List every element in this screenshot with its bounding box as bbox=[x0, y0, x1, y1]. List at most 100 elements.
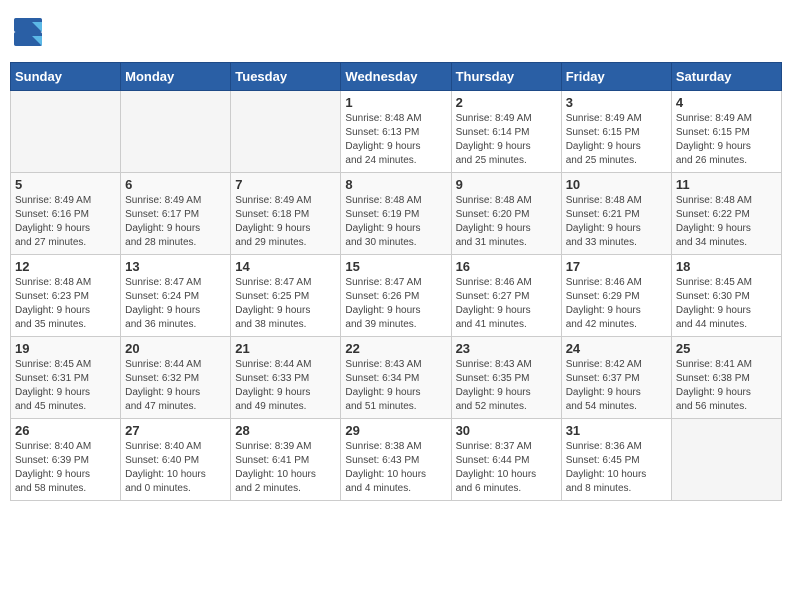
calendar-day-cell: 11Sunrise: 8:48 AM Sunset: 6:22 PM Dayli… bbox=[671, 173, 781, 255]
day-number: 21 bbox=[235, 341, 336, 356]
weekday-header-cell: Tuesday bbox=[231, 63, 341, 91]
day-info: Sunrise: 8:42 AM Sunset: 6:37 PM Dayligh… bbox=[566, 358, 667, 414]
weekday-header-cell: Monday bbox=[121, 63, 231, 91]
day-number: 8 bbox=[345, 177, 446, 192]
logo-icon bbox=[14, 18, 42, 46]
calendar-week-row: 1 Sunrise: 8:48 AM Sunset: 6:13 PM Daylig… bbox=[11, 91, 782, 173]
page-header bbox=[10, 10, 782, 54]
day-info: Sunrise: 8:47 AM Sunset: 6:26 PM Dayligh… bbox=[345, 276, 446, 332]
day-info: Sunrise: 8:49 AM Sunset: 6:16 PM Dayligh… bbox=[15, 194, 116, 250]
calendar-body: 1 Sunrise: 8:48 AM Sunset: 6:13 PM Daylig… bbox=[11, 91, 782, 501]
day-info: Sunrise: 8:37 AM Sunset: 6:44 PM Dayligh… bbox=[456, 440, 557, 496]
day-info: Sunrise: 8:45 AM Sunset: 6:31 PM Dayligh… bbox=[15, 358, 116, 414]
day-info: Sunrise: 8:48 AM Sunset: 6:23 PM Dayligh… bbox=[15, 276, 116, 332]
day-number: 18 bbox=[676, 259, 777, 274]
day-number: 29 bbox=[345, 423, 446, 438]
day-number: 28 bbox=[235, 423, 336, 438]
weekday-header-cell: Friday bbox=[561, 63, 671, 91]
day-info: Sunrise: 8:48 AM Sunset: 6:21 PM Dayligh… bbox=[566, 194, 667, 250]
calendar-day-cell: 13Sunrise: 8:47 AM Sunset: 6:24 PM Dayli… bbox=[121, 255, 231, 337]
calendar-day-cell bbox=[671, 419, 781, 501]
day-number: 7 bbox=[235, 177, 336, 192]
weekday-header-cell: Wednesday bbox=[341, 63, 451, 91]
day-info: Sunrise: 8:47 AM Sunset: 6:25 PM Dayligh… bbox=[235, 276, 336, 332]
calendar-week-row: 26Sunrise: 8:40 AM Sunset: 6:39 PM Dayli… bbox=[11, 419, 782, 501]
day-number: 13 bbox=[125, 259, 226, 274]
calendar-day-cell: 16 Sunrise: 8:46 AM Sunset: 6:27 PM Dayli… bbox=[451, 255, 561, 337]
day-number: 14 bbox=[235, 259, 336, 274]
calendar-day-cell: 24 Sunrise: 8:42 AM Sunset: 6:37 PM Dayli… bbox=[561, 337, 671, 419]
day-number: 12 bbox=[15, 259, 116, 274]
calendar-day-cell: 19 Sunrise: 8:45 AM Sunset: 6:31 PM Dayli… bbox=[11, 337, 121, 419]
calendar-week-row: 12 Sunrise: 8:48 AM Sunset: 6:23 PM Dayli… bbox=[11, 255, 782, 337]
day-number: 4 bbox=[676, 95, 777, 110]
weekday-header-cell: Saturday bbox=[671, 63, 781, 91]
day-info: Sunrise: 8:40 AM Sunset: 6:39 PM Dayligh… bbox=[15, 440, 116, 496]
calendar-day-cell: 23Sunrise: 8:43 AM Sunset: 6:35 PM Dayli… bbox=[451, 337, 561, 419]
calendar-day-cell: 29 Sunrise: 8:38 AM Sunset: 6:43 PM Dayli… bbox=[341, 419, 451, 501]
calendar-day-cell: 17 Sunrise: 8:46 AM Sunset: 6:29 PM Dayli… bbox=[561, 255, 671, 337]
calendar-day-cell bbox=[11, 91, 121, 173]
calendar-day-cell: 8 Sunrise: 8:48 AM Sunset: 6:19 PM Daylig… bbox=[341, 173, 451, 255]
day-info: Sunrise: 8:48 AM Sunset: 6:20 PM Dayligh… bbox=[456, 194, 557, 250]
day-info: Sunrise: 8:49 AM Sunset: 6:17 PM Dayligh… bbox=[125, 194, 226, 250]
calendar-day-cell: 1 Sunrise: 8:48 AM Sunset: 6:13 PM Daylig… bbox=[341, 91, 451, 173]
calendar-day-cell: 18 Sunrise: 8:45 AM Sunset: 6:30 PM Dayli… bbox=[671, 255, 781, 337]
day-number: 1 bbox=[345, 95, 446, 110]
day-number: 20 bbox=[125, 341, 226, 356]
calendar-day-cell: 22 Sunrise: 8:43 AM Sunset: 6:34 PM Dayli… bbox=[341, 337, 451, 419]
day-number: 6 bbox=[125, 177, 226, 192]
calendar-week-row: 5Sunrise: 8:49 AM Sunset: 6:16 PM Daylig… bbox=[11, 173, 782, 255]
day-number: 16 bbox=[456, 259, 557, 274]
day-info: Sunrise: 8:49 AM Sunset: 6:15 PM Dayligh… bbox=[676, 112, 777, 168]
day-number: 9 bbox=[456, 177, 557, 192]
day-info: Sunrise: 8:44 AM Sunset: 6:33 PM Dayligh… bbox=[235, 358, 336, 414]
calendar-day-cell: 7 Sunrise: 8:49 AM Sunset: 6:18 PM Daylig… bbox=[231, 173, 341, 255]
calendar-day-cell: 2 Sunrise: 8:49 AM Sunset: 6:14 PM Daylig… bbox=[451, 91, 561, 173]
day-info: Sunrise: 8:49 AM Sunset: 6:18 PM Dayligh… bbox=[235, 194, 336, 250]
day-number: 19 bbox=[15, 341, 116, 356]
day-number: 10 bbox=[566, 177, 667, 192]
day-info: Sunrise: 8:48 AM Sunset: 6:19 PM Dayligh… bbox=[345, 194, 446, 250]
calendar-day-cell: 27 Sunrise: 8:40 AM Sunset: 6:40 PM Dayli… bbox=[121, 419, 231, 501]
day-number: 27 bbox=[125, 423, 226, 438]
calendar-day-cell bbox=[121, 91, 231, 173]
day-info: Sunrise: 8:40 AM Sunset: 6:40 PM Dayligh… bbox=[125, 440, 226, 496]
calendar-day-cell: 15 Sunrise: 8:47 AM Sunset: 6:26 PM Dayli… bbox=[341, 255, 451, 337]
calendar-day-cell: 26Sunrise: 8:40 AM Sunset: 6:39 PM Dayli… bbox=[11, 419, 121, 501]
day-number: 30 bbox=[456, 423, 557, 438]
day-info: Sunrise: 8:49 AM Sunset: 6:15 PM Dayligh… bbox=[566, 112, 667, 168]
calendar-day-cell: 21 Sunrise: 8:44 AM Sunset: 6:33 PM Dayli… bbox=[231, 337, 341, 419]
calendar-day-cell: 9 Sunrise: 8:48 AM Sunset: 6:20 PM Daylig… bbox=[451, 173, 561, 255]
weekday-header-row: SundayMondayTuesdayWednesdayThursdayFrid… bbox=[11, 63, 782, 91]
day-info: Sunrise: 8:49 AM Sunset: 6:14 PM Dayligh… bbox=[456, 112, 557, 168]
day-info: Sunrise: 8:48 AM Sunset: 6:13 PM Dayligh… bbox=[345, 112, 446, 168]
day-number: 11 bbox=[676, 177, 777, 192]
calendar-week-row: 19 Sunrise: 8:45 AM Sunset: 6:31 PM Dayli… bbox=[11, 337, 782, 419]
day-info: Sunrise: 8:44 AM Sunset: 6:32 PM Dayligh… bbox=[125, 358, 226, 414]
calendar-day-cell: 10 Sunrise: 8:48 AM Sunset: 6:21 PM Dayli… bbox=[561, 173, 671, 255]
calendar-day-cell: 3 Sunrise: 8:49 AM Sunset: 6:15 PM Daylig… bbox=[561, 91, 671, 173]
calendar-day-cell: 31Sunrise: 8:36 AM Sunset: 6:45 PM Dayli… bbox=[561, 419, 671, 501]
calendar-day-cell: 4 Sunrise: 8:49 AM Sunset: 6:15 PM Daylig… bbox=[671, 91, 781, 173]
day-number: 17 bbox=[566, 259, 667, 274]
day-number: 24 bbox=[566, 341, 667, 356]
day-info: Sunrise: 8:36 AM Sunset: 6:45 PM Dayligh… bbox=[566, 440, 667, 496]
day-info: Sunrise: 8:46 AM Sunset: 6:29 PM Dayligh… bbox=[566, 276, 667, 332]
day-number: 15 bbox=[345, 259, 446, 274]
day-info: Sunrise: 8:46 AM Sunset: 6:27 PM Dayligh… bbox=[456, 276, 557, 332]
calendar-day-cell: 5Sunrise: 8:49 AM Sunset: 6:16 PM Daylig… bbox=[11, 173, 121, 255]
calendar-day-cell: 25Sunrise: 8:41 AM Sunset: 6:38 PM Dayli… bbox=[671, 337, 781, 419]
day-number: 22 bbox=[345, 341, 446, 356]
day-number: 3 bbox=[566, 95, 667, 110]
day-info: Sunrise: 8:43 AM Sunset: 6:34 PM Dayligh… bbox=[345, 358, 446, 414]
logo bbox=[14, 18, 46, 46]
day-info: Sunrise: 8:39 AM Sunset: 6:41 PM Dayligh… bbox=[235, 440, 336, 496]
day-info: Sunrise: 8:38 AM Sunset: 6:43 PM Dayligh… bbox=[345, 440, 446, 496]
calendar-day-cell: 28 Sunrise: 8:39 AM Sunset: 6:41 PM Dayli… bbox=[231, 419, 341, 501]
day-number: 2 bbox=[456, 95, 557, 110]
calendar-day-cell: 20 Sunrise: 8:44 AM Sunset: 6:32 PM Dayli… bbox=[121, 337, 231, 419]
day-number: 23 bbox=[456, 341, 557, 356]
calendar-day-cell: 14 Sunrise: 8:47 AM Sunset: 6:25 PM Dayli… bbox=[231, 255, 341, 337]
day-info: Sunrise: 8:45 AM Sunset: 6:30 PM Dayligh… bbox=[676, 276, 777, 332]
